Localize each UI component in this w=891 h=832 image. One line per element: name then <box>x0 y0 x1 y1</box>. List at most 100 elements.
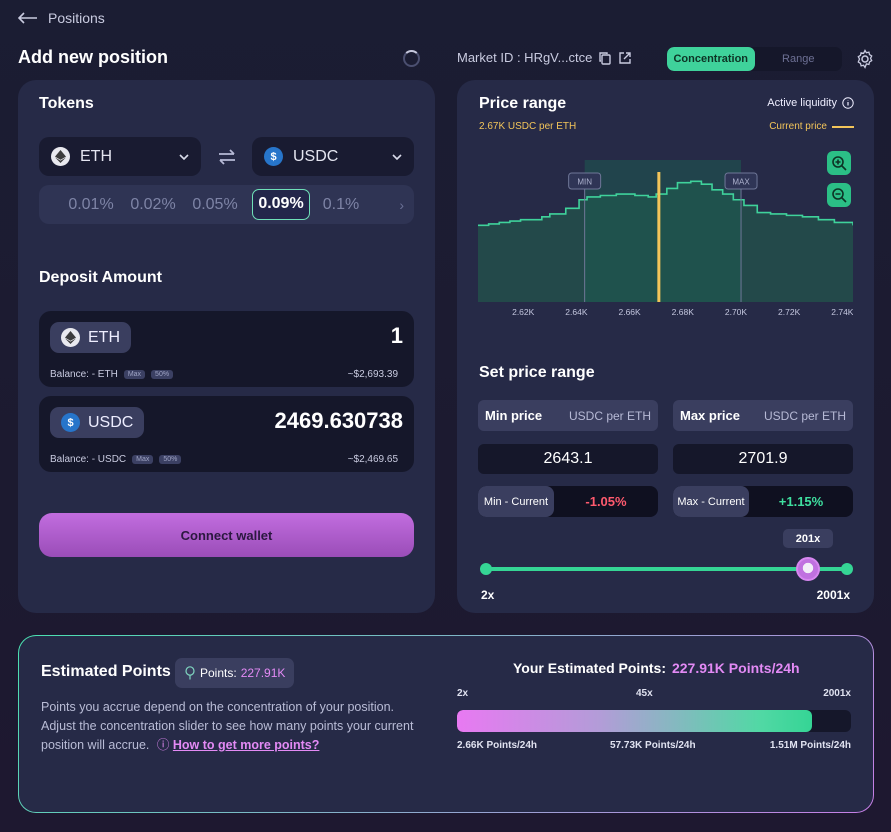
x-tick-label: 2.64K <box>565 307 588 317</box>
token-b-select[interactable]: $ USDC <box>252 137 414 176</box>
active-liquidity-legend: Active liquidity <box>767 97 854 109</box>
deposit-amount-input[interactable]: 1 <box>391 323 403 349</box>
connect-wallet-button[interactable]: Connect wallet <box>39 513 414 557</box>
your-points-label: Your Estimated Points: <box>513 660 666 676</box>
chevron-right-icon[interactable]: › <box>399 197 404 213</box>
chevron-down-icon <box>392 153 402 160</box>
min-current-label: Min - Current <box>478 486 554 517</box>
fee-tier-selector: 0.01% 0.02% 0.05% 0.09% 0.1% › <box>39 185 414 224</box>
info-icon[interactable] <box>842 97 854 109</box>
deposit-token-eth[interactable]: ETH <box>50 322 131 353</box>
bar-points-mid: 57.73K Points/24h <box>610 740 696 751</box>
market-id-label: Market ID : HRgV...ctce <box>457 50 593 65</box>
deposit-usd-value: ~$2,469.65 <box>347 454 398 465</box>
gear-icon[interactable] <box>855 49 875 69</box>
min-price-input[interactable]: 2643.1 <box>478 444 658 474</box>
bar-label-mid: 45x <box>636 688 653 699</box>
max-current-label: Max - Current <box>673 486 749 517</box>
balance-label: Balance: - USDC <box>50 454 127 465</box>
your-points-value: 227.91K Points/24h <box>671 660 800 676</box>
active-liquidity-label: Active liquidity <box>767 97 837 109</box>
set-price-range-title: Set price range <box>479 364 595 381</box>
deposit-token-usdc[interactable]: $ USDC <box>50 407 145 438</box>
loading-spinner-icon <box>403 50 420 67</box>
estimated-points-description: Points you accrue depend on the concentr… <box>41 698 431 755</box>
zoom-out-button[interactable] <box>827 183 851 207</box>
fee-tier-selected[interactable]: 0.09% <box>252 189 310 220</box>
max-button[interactable]: Max <box>132 455 154 464</box>
half-button[interactable]: 50% <box>159 455 182 464</box>
external-link-icon[interactable] <box>618 51 632 65</box>
tab-range[interactable]: Range <box>755 47 843 71</box>
deposit-balance: Balance: - USDC Max 50% <box>50 454 182 465</box>
deposit-usdc: $ USDC 2469.630738 Balance: - USDC Max 5… <box>39 396 414 472</box>
min-price-label: Min price <box>485 408 543 423</box>
tab-concentration[interactable]: Concentration <box>667 47 755 71</box>
fee-tier-option[interactable]: 0.02% <box>122 196 184 214</box>
more-points-link[interactable]: How to get more points? <box>173 738 320 752</box>
points-progress-fill <box>457 710 812 732</box>
half-button[interactable]: 50% <box>151 370 174 379</box>
x-tick-label: 2.72K <box>778 307 801 317</box>
selected-range-band <box>584 160 742 302</box>
token-a-select[interactable]: ETH <box>39 137 201 176</box>
mode-toggle[interactable]: Concentration Range <box>667 47 842 71</box>
max-price-input[interactable]: 2701.9 <box>673 444 853 474</box>
points-badge-value: 227.91K <box>240 666 286 680</box>
points-badge-label: Points: <box>200 666 237 680</box>
min-current-diff: Min - Current -1.05% <box>478 486 658 517</box>
estimated-points-card: Estimated Points Points: 227.91K Points … <box>18 635 874 813</box>
token-b-label: USDC <box>293 147 339 165</box>
x-tick-label: 2.66K <box>618 307 641 317</box>
zoom-out-icon <box>832 188 847 203</box>
price-range-subtitle: 2.67K USDC per ETH <box>479 121 577 132</box>
swap-icon[interactable] <box>217 149 237 165</box>
deposit-amount-input[interactable]: 2469.630738 <box>275 408 403 434</box>
fee-tier-option[interactable]: 0.05% <box>184 196 246 214</box>
eth-icon <box>61 328 80 347</box>
deposit-balance: Balance: - ETH Max 50% <box>50 369 174 380</box>
slider-end-dot <box>841 563 853 575</box>
x-tick-label: 2.74K <box>831 307 853 317</box>
max-price-marker-label: MAX <box>732 178 750 187</box>
price-range-title: Price range <box>479 95 567 112</box>
current-price-legend: Current price <box>769 121 854 132</box>
back-button[interactable]: Positions <box>18 10 105 26</box>
leverage-slider-thumb[interactable] <box>796 557 820 581</box>
zoom-in-icon <box>832 156 847 171</box>
x-tick-label: 2.62K <box>512 307 535 317</box>
bar-points-min: 2.66K Points/24h <box>457 740 538 751</box>
copy-icon[interactable] <box>598 51 612 65</box>
page-title: Add new position <box>18 47 168 67</box>
eth-icon <box>51 147 70 166</box>
min-current-value: -1.05% <box>585 494 627 509</box>
deposit-usd-value: ~$2,693.39 <box>347 369 398 380</box>
x-tick-label: 2.70K <box>725 307 748 317</box>
current-price-swatch <box>832 125 854 128</box>
points-badge: Points: 227.91K <box>175 658 295 688</box>
points-progress-bar <box>457 710 851 732</box>
min-price-header: Min price USDC per ETH <box>478 400 658 431</box>
estimated-points-title: Estimated Points <box>41 663 171 680</box>
deposit-token-label: USDC <box>88 413 134 431</box>
token-a-label: ETH <box>80 147 112 165</box>
max-price-unit: USDC per ETH <box>763 408 846 423</box>
tokens-card: Tokens ETH $ USDC 0.01% 0.02% 0.05% 0.09… <box>18 80 435 613</box>
bar-points-max: 1.51M Points/24h <box>769 740 851 751</box>
min-price-marker-label: MIN <box>577 178 592 187</box>
current-price-label: Current price <box>769 121 827 132</box>
leverage-slider-track[interactable] <box>487 567 847 571</box>
arrow-left-icon <box>18 12 37 24</box>
usdc-icon: $ <box>61 413 80 432</box>
zoom-in-button[interactable] <box>827 151 851 175</box>
liquidity-chart[interactable]: MIN MAX 2.62K 2.64K 2.66K 2.68K 2.70K 2.72K 2.74… <box>478 160 853 320</box>
market-id: Market ID : HRgV...ctce <box>457 50 632 65</box>
leverage-tooltip: 201x <box>783 529 833 548</box>
fee-tier-option[interactable]: 0.01% <box>60 196 122 214</box>
back-label: Positions <box>48 10 105 26</box>
fee-tier-option[interactable]: 0.1% <box>310 196 372 214</box>
balance-label: Balance: - ETH <box>50 369 118 380</box>
x-tick-label: 2.68K <box>672 307 695 317</box>
max-button[interactable]: Max <box>123 370 146 379</box>
price-range-card: Price range 2.67K USDC per ETH Active li… <box>457 80 874 613</box>
